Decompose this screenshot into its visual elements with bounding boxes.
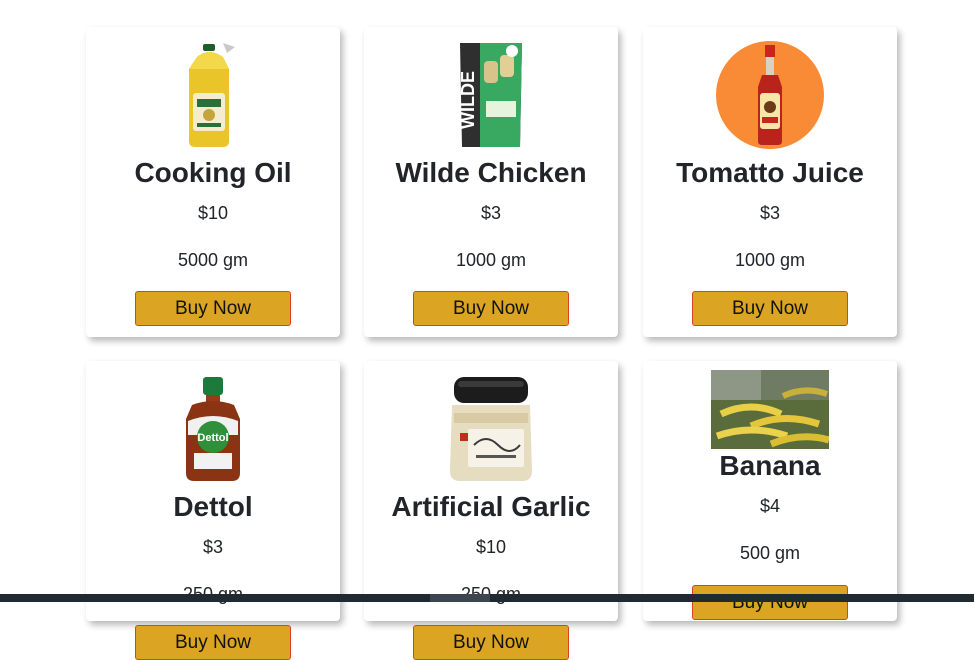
product-weight: 500 gm [739, 543, 801, 563]
product-price: $4 [759, 496, 781, 516]
buy-now-button[interactable]: Buy Now [413, 625, 569, 660]
product-weight: 5000 gm [177, 250, 249, 270]
product-title: Artificial Garlic [391, 491, 591, 522]
garlic-jar-icon [450, 377, 532, 481]
product-price: $3 [759, 203, 781, 223]
product-title: Banana [719, 450, 821, 481]
product-price: $10 [197, 203, 229, 223]
product-weight: 1000 gm [734, 250, 806, 270]
taskbar-segment [430, 594, 490, 602]
product-price: $3 [202, 537, 224, 557]
cooking-oil-icon [189, 43, 235, 147]
product-weight: 1000 gm [455, 250, 527, 270]
banana-photo-icon [711, 370, 829, 449]
chips-bag-icon: WILDE [458, 43, 522, 147]
package-label: Dettol [197, 432, 228, 444]
buy-now-button[interactable]: Buy Now [692, 291, 848, 326]
buy-now-button[interactable]: Buy Now [135, 625, 291, 660]
product-price: $10 [475, 537, 507, 557]
product-title: Tomatto Juice [676, 157, 864, 188]
product-card: Banana $4 500 gm Buy Now [643, 361, 897, 621]
product-image: WILDE [364, 41, 618, 149]
taskbar [0, 594, 974, 602]
product-image [643, 370, 897, 449]
buy-now-button[interactable]: Buy Now [692, 585, 848, 620]
buy-now-button[interactable]: Buy Now [413, 291, 569, 326]
product-image: Dettol [86, 375, 340, 483]
product-card: Artificial Garlic $10 250 gm Buy Now [364, 361, 618, 660]
product-title: Wilde Chicken [395, 157, 587, 188]
product-card: Cooking Oil $10 5000 gm Buy Now [86, 27, 340, 337]
product-card: Tomatto Juice $3 1000 gm Buy Now [643, 27, 897, 337]
product-title: Cooking Oil [134, 157, 292, 188]
product-image [364, 375, 618, 483]
buy-now-button[interactable]: Buy Now [135, 291, 291, 326]
dettol-bottle-icon: Dettol [186, 377, 240, 481]
product-image [643, 41, 897, 149]
product-image [86, 41, 340, 149]
package-label: WILDE [458, 71, 478, 129]
product-title: Dettol [173, 491, 253, 522]
product-card: Dettol Dettol $3 250 gm Buy Now [86, 361, 340, 660]
product-price: $3 [480, 203, 502, 223]
hot-sauce-icon [716, 41, 824, 149]
product-card: WILDE Wilde Chicken $3 1000 gm Buy Now [364, 27, 618, 337]
